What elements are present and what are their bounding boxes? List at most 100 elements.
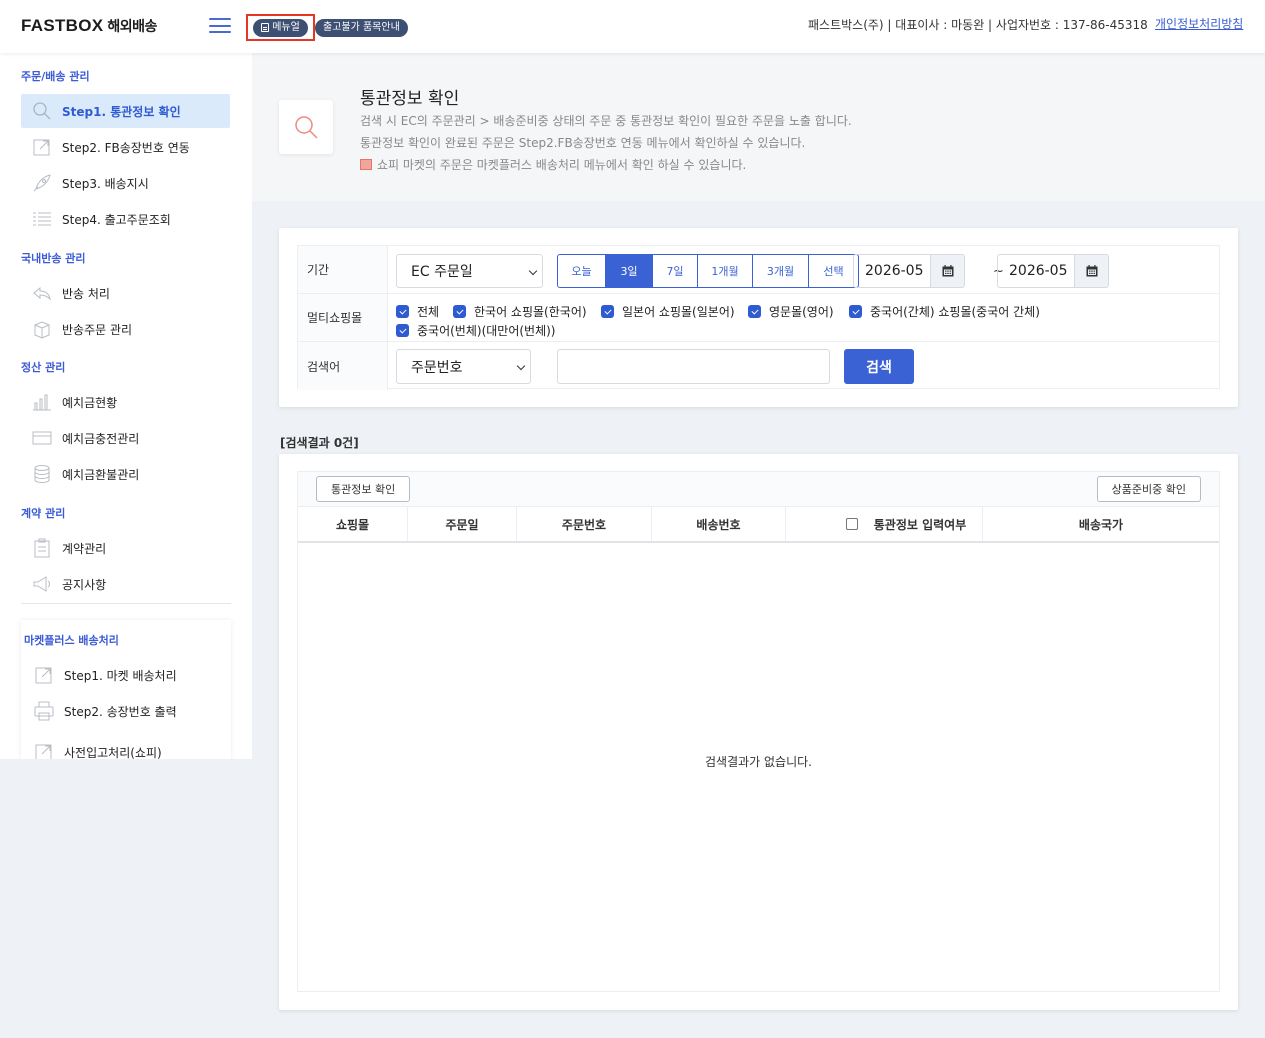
sidebar-item-deposit-refund[interactable]: 예치금환불관리 xyxy=(21,457,230,491)
logo-sub: 해외배송 xyxy=(107,18,157,34)
date-to-field[interactable]: 2026-05 xyxy=(997,254,1109,288)
calendar-icon[interactable] xyxy=(930,255,964,287)
section-title-order: 주문/배송 관리 xyxy=(21,70,90,83)
select-all-checkbox[interactable] xyxy=(846,518,858,530)
logo-text: FASTBOX xyxy=(21,16,104,35)
period-custom-button[interactable]: 선택 xyxy=(809,255,858,287)
sidebar-item-notice[interactable]: 공지사항 xyxy=(21,567,230,601)
top-header: FASTBOX 해외배송 메뉴얼 출고불가 품목안내 패스트박스(주) | 대표이… xyxy=(0,0,1265,53)
keyword-input[interactable] xyxy=(557,349,830,384)
sidebar-item-customs-check[interactable]: Step1. 통관정보 확인 xyxy=(21,94,230,128)
list-icon xyxy=(31,208,53,230)
mall-checkbox-english[interactable]: 영문몰(영어) xyxy=(748,303,834,320)
mall-checkbox-all[interactable]: 전체 xyxy=(396,303,439,320)
sidebar-item-market-shipping[interactable]: Step1. 마켓 배송처리 xyxy=(23,658,228,692)
mall-checkbox-label: 일본어 쇼핑몰(일본어) xyxy=(622,305,735,319)
sidebar-item-label: 사전입고처리(쇼피) xyxy=(64,745,162,760)
sidebar-item-return-orders[interactable]: 반송주문 관리 xyxy=(21,312,230,346)
printer-icon xyxy=(33,700,55,722)
mall-checkbox-label: 영문몰(영어) xyxy=(769,305,834,319)
logo[interactable]: FASTBOX 해외배송 xyxy=(21,16,157,36)
preparing-check-button[interactable]: 상품준비중 확인 xyxy=(1096,476,1201,502)
checkbox-checked-icon[interactable] xyxy=(396,305,409,318)
page-description-3: 쇼피 마켓의 주문은 마켓플러스 배송처리 메뉴에서 확인 하실 수 있습니다. xyxy=(360,156,746,173)
sidebar-item-label: Step3. 배송지시 xyxy=(62,176,149,191)
mall-checkbox-label: 전체 xyxy=(417,305,440,319)
shipping-restriction-label: 출고불가 품목안내 xyxy=(323,22,400,33)
column-header-order-number: 주문번호 xyxy=(517,507,652,541)
checkbox-checked-icon[interactable] xyxy=(748,305,761,318)
sidebar-item-contract[interactable]: 계약관리 xyxy=(21,531,230,565)
keyword-type-value: 주문번호 xyxy=(411,359,463,376)
manual-button[interactable]: 메뉴얼 xyxy=(253,18,308,37)
mall-checkbox-chinese-traditional[interactable]: 중국어(번체)(대만어(번체)) xyxy=(396,322,556,339)
bar-chart-icon xyxy=(31,391,53,413)
period-3months-button[interactable]: 3개월 xyxy=(753,255,809,287)
manual-label: 메뉴얼 xyxy=(272,21,300,33)
checkbox-checked-icon[interactable] xyxy=(601,305,614,318)
company-info: 패스트박스(주) | 대표이사 : 마동완 | 사업자번호 : 137-86-4… xyxy=(808,18,1148,32)
document-icon xyxy=(261,23,270,32)
period-7days-button[interactable]: 7일 xyxy=(653,255,698,287)
multi-mall-row: 멀티쇼핑몰 전체 한국어 쇼핑몰(한국어) 일본어 쇼핑몰(일본어) 영문몰(영… xyxy=(298,294,1219,342)
keyword-row: 검색어 주문번호 검색 xyxy=(298,342,1219,390)
mall-checkbox-label: 중국어(간체) 쇼핑몰(중국어 간체) xyxy=(870,305,1040,319)
mall-checkbox-korean[interactable]: 한국어 쇼핑몰(한국어) xyxy=(453,303,587,320)
search-form: 기간 EC 주문일 오늘 3일 7일 1개월 3개월 선택 2026-05 ~ … xyxy=(297,245,1220,390)
search-button[interactable]: 검색 xyxy=(844,349,914,384)
sidebar-item-return-process[interactable]: 반송 처리 xyxy=(21,276,230,310)
sidebar-item-pre-inbound[interactable]: 사전입고처리(쇼피) xyxy=(23,735,228,759)
period-1month-button[interactable]: 1개월 xyxy=(698,255,753,287)
sidebar-item-label: Step1. 통관정보 확인 xyxy=(62,104,181,119)
table-header: 쇼핑몰 주문일 주문번호 배송번호 통관정보 입력여부 배송국가 xyxy=(298,507,1219,543)
card-icon xyxy=(31,427,53,449)
mall-checkbox-japanese[interactable]: 일본어 쇼핑몰(일본어) xyxy=(601,303,735,320)
checkbox-checked-icon[interactable] xyxy=(849,305,862,318)
sidebar-item-fb-invoice[interactable]: Step2. FB송장번호 연동 xyxy=(21,130,230,164)
sidebar-item-label: Step2. FB송장번호 연동 xyxy=(62,140,190,155)
hamburger-menu-icon[interactable] xyxy=(209,18,231,33)
sidebar-item-label: Step1. 마켓 배송처리 xyxy=(64,668,177,683)
sidebar-item-label: 계약관리 xyxy=(62,541,107,556)
period-button-group: 오늘 3일 7일 1개월 3개월 선택 xyxy=(557,254,859,288)
section-title-contract: 계약 관리 xyxy=(21,507,66,520)
privacy-policy-link[interactable]: 개인정보처리방침 xyxy=(1155,15,1243,32)
shipping-restriction-button[interactable]: 출고불가 품목안내 xyxy=(315,19,408,37)
page-description-2: 통관정보 확인이 완료된 주문은 Step2.FB송장번호 연동 메뉴에서 확인… xyxy=(360,136,806,150)
chevron-down-icon xyxy=(516,361,526,371)
sidebar-divider xyxy=(21,603,231,604)
period-3days-button[interactable]: 3일 xyxy=(606,255,653,287)
page-description-1: 검색 시 EC의 주문관리 > 배송준비중 상태의 주문 중 통관정보 확인이 … xyxy=(360,114,852,128)
sidebar-item-deposit-charge[interactable]: 예치금충전관리 xyxy=(21,421,230,455)
checkbox-checked-icon[interactable] xyxy=(453,305,466,318)
section-title-marketplus: 마켓플러스 배송처리 xyxy=(24,634,119,647)
sidebar-item-deposit-status[interactable]: 예치금현황 xyxy=(21,385,230,419)
sidebar-item-label: 예치금환불관리 xyxy=(62,467,140,482)
sidebar: 주문/배송 관리 Step1. 통관정보 확인 Step2. FB송장번호 연동… xyxy=(0,53,252,759)
return-arrow-icon xyxy=(31,282,53,304)
sidebar-item-outbound-orders[interactable]: Step4. 출고주문조회 xyxy=(21,202,230,236)
sidebar-item-print-invoice[interactable]: Step2. 송장번호 출력 xyxy=(23,694,228,728)
calendar-icon[interactable] xyxy=(1074,255,1108,287)
customs-check-button[interactable]: 통관정보 확인 xyxy=(316,476,411,502)
return-box-icon xyxy=(31,318,53,340)
section-title-settlement: 정산 관리 xyxy=(21,361,66,374)
keyword-type-select[interactable]: 주문번호 xyxy=(396,349,531,384)
sidebar-item-label: 예치금충전관리 xyxy=(62,431,140,446)
results-toolbar: 통관정보 확인 상품준비중 확인 xyxy=(298,472,1219,507)
sidebar-item-shipping-order[interactable]: Step3. 배송지시 xyxy=(21,166,230,200)
result-count: [검색결과 0건] xyxy=(280,436,359,450)
sidebar-item-label: 반송 처리 xyxy=(62,286,110,301)
date-type-select[interactable]: EC 주문일 xyxy=(396,254,543,288)
section-title-return: 국내반송 관리 xyxy=(21,252,86,265)
checkbox-checked-icon[interactable] xyxy=(396,324,409,337)
page-search-icon xyxy=(279,100,333,154)
mall-checkbox-chinese-simplified[interactable]: 중국어(간체) 쇼핑몰(중국어 간체) xyxy=(849,303,1040,320)
link-out-icon xyxy=(33,741,55,759)
period-today-button[interactable]: 오늘 xyxy=(558,255,606,287)
date-from-value[interactable]: 2026-05 xyxy=(854,255,930,287)
sidebar-item-label: 예치금현황 xyxy=(62,395,118,410)
date-to-value[interactable]: 2026-05 xyxy=(998,255,1074,287)
empty-message: 검색결과가 없습니다. xyxy=(705,755,812,769)
date-from-field[interactable]: 2026-05 xyxy=(853,254,965,288)
